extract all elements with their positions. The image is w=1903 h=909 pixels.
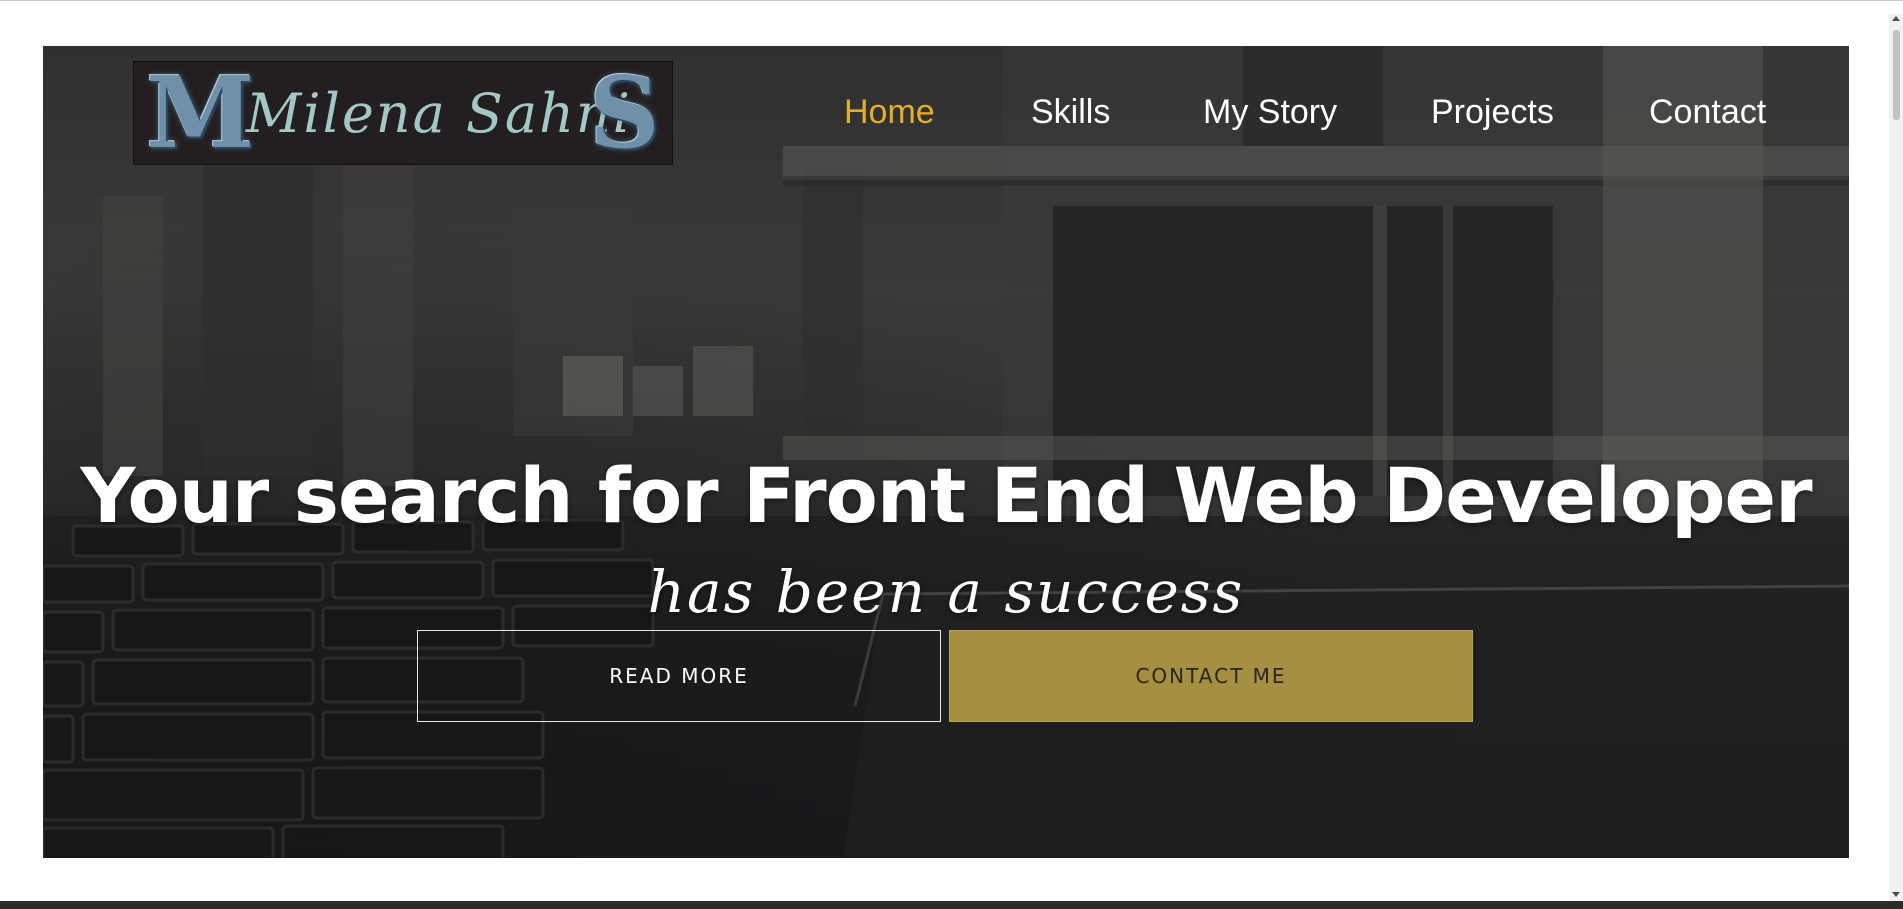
page-scrollbar[interactable] [1889, 14, 1903, 901]
scroll-down-arrow-icon[interactable] [1892, 892, 1900, 897]
nav-my-story[interactable]: My Story [1203, 90, 1337, 134]
hero-headline: Your search for Front End Web Developer [80, 451, 1812, 540]
hero-section: M Milena Sahni S Home Skills My Story Pr… [43, 46, 1849, 858]
nav-skills[interactable]: Skills [1031, 90, 1110, 134]
main-navigation: Home Skills My Story Projects Contact [43, 90, 1849, 134]
contact-me-button[interactable]: CONTACT ME [949, 630, 1473, 722]
window-top-border [0, 0, 1903, 1]
read-more-button[interactable]: READ MORE [417, 630, 941, 722]
scroll-up-arrow-icon[interactable] [1892, 16, 1900, 21]
bottom-edge-bar [0, 901, 1903, 909]
nav-projects[interactable]: Projects [1431, 90, 1554, 134]
nav-home[interactable]: Home [844, 90, 935, 134]
nav-contact[interactable]: Contact [1649, 90, 1766, 134]
scrollbar-thumb[interactable] [1893, 30, 1900, 120]
hero-subheadline: has been a success [647, 558, 1245, 626]
